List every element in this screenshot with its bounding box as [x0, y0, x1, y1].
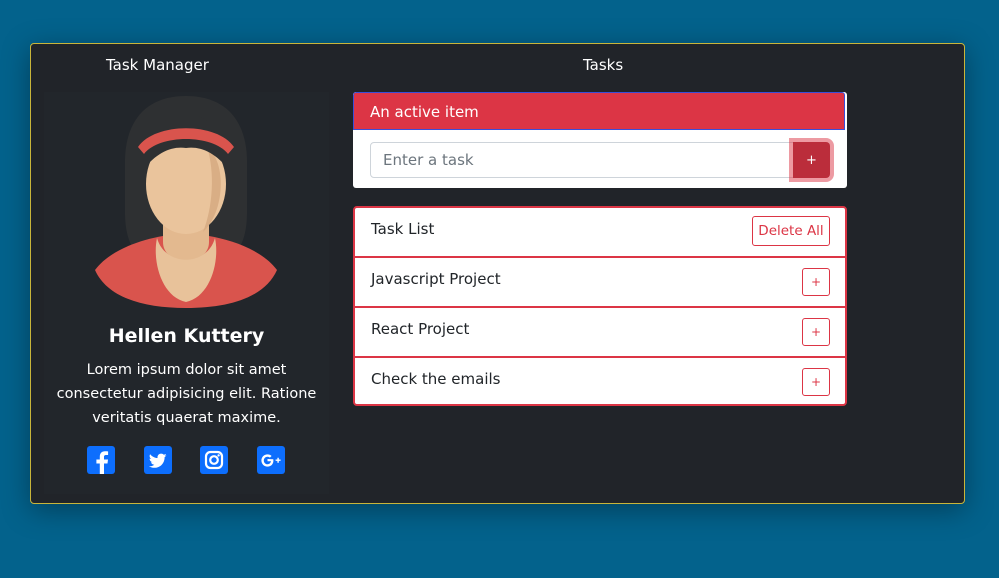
add-task-card: An active item +: [353, 92, 847, 188]
bio-line: consectetur adipisicing elit. Ratione: [56, 386, 317, 402]
task-label: Check the emails: [371, 370, 501, 388]
list-item: Check the emails +: [355, 356, 845, 404]
tasks-title: Tasks: [583, 56, 624, 74]
facebook-icon[interactable]: [87, 446, 115, 474]
avatar: [95, 96, 277, 308]
task-manager-title: Task Manager: [106, 56, 209, 74]
list-item: Javascript Project +: [355, 256, 845, 304]
add-task-button[interactable]: +: [793, 142, 830, 178]
active-item[interactable]: An active item: [353, 92, 845, 130]
task-input[interactable]: [370, 142, 794, 178]
task-list-title: Task List: [371, 220, 435, 238]
task-add-button[interactable]: +: [802, 318, 830, 346]
task-list-header: Task List Delete All: [355, 208, 845, 256]
twitter-icon[interactable]: [144, 446, 172, 474]
profile-card: Hellen Kuttery Lorem ipsum dolor sit ame…: [44, 92, 329, 494]
task-add-button[interactable]: +: [802, 268, 830, 296]
social-links: [87, 446, 287, 476]
google-plus-icon[interactable]: [257, 446, 285, 474]
bio-line: veritatis quaerat maxime.: [92, 410, 281, 426]
instagram-icon[interactable]: [200, 446, 228, 474]
task-label: React Project: [371, 320, 470, 338]
task-manager-panel: Task Manager Tasks Hellen Kuttery Lorem …: [30, 43, 965, 504]
task-add-button[interactable]: +: [802, 368, 830, 396]
task-label: Javascript Project: [371, 270, 501, 288]
delete-all-button[interactable]: Delete All: [752, 216, 830, 246]
task-list: Task List Delete All Javascript Project …: [353, 206, 847, 406]
bio-line: Lorem ipsum dolor sit amet: [86, 362, 287, 378]
profile-bio: Lorem ipsum dolor sit amet consectetur a…: [54, 358, 319, 430]
profile-name: Hellen Kuttery: [108, 325, 265, 347]
list-item: React Project +: [355, 306, 845, 354]
